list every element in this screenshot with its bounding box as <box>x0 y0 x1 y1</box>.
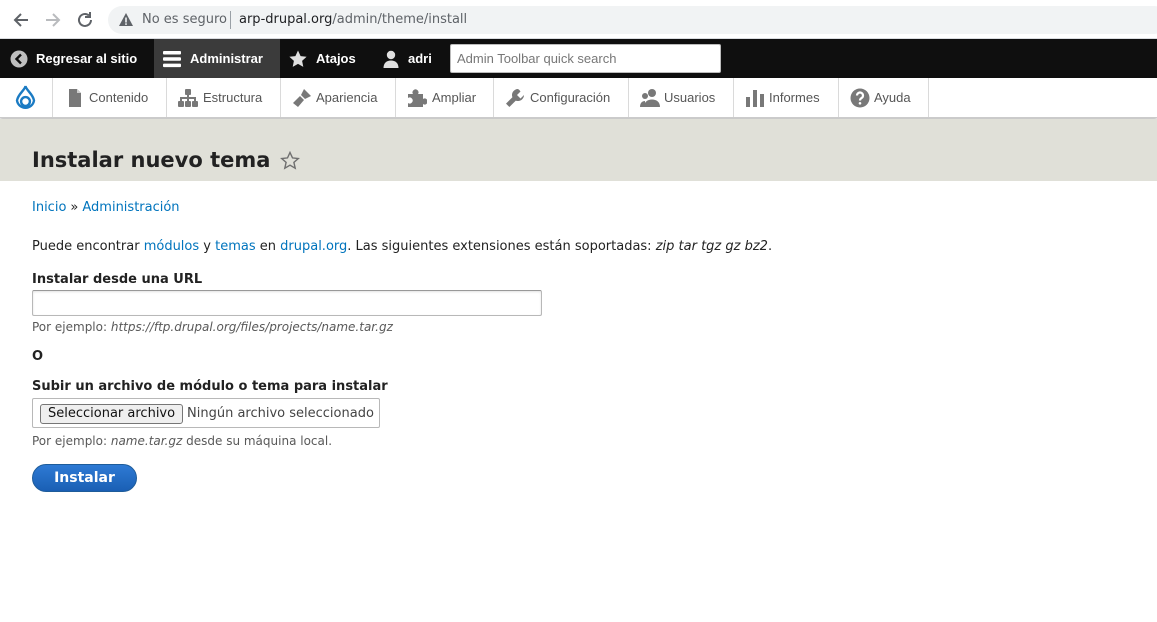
admin-tray: Contenido Estructura Apariencia Ampliar … <box>0 78 1157 118</box>
tray-item-extend[interactable]: Ampliar <box>396 78 494 117</box>
add-shortcut-star-icon[interactable] <box>280 151 300 171</box>
tray-item-appearance[interactable]: Apariencia <box>281 78 396 117</box>
security-status: No es seguro <box>142 12 227 27</box>
tray-label-structure: Estructura <box>203 90 263 105</box>
breadcrumb: Inicio » Administración <box>32 200 180 215</box>
intro-prefix: Puede encontrar <box>32 239 144 254</box>
user-icon <box>383 50 399 68</box>
install-button[interactable]: Instalar <box>32 464 137 492</box>
tray-item-people[interactable]: Usuarios <box>629 78 734 117</box>
breadcrumb-separator: » <box>70 200 79 215</box>
user-tab[interactable]: adri <box>372 39 448 78</box>
hamburger-icon <box>163 51 181 68</box>
puzzle-icon <box>408 89 427 107</box>
tray-item-structure[interactable]: Estructura <box>167 78 281 117</box>
themes-link[interactable]: temas <box>215 239 256 254</box>
tray-item-configuration[interactable]: Configuración <box>494 78 629 117</box>
tray-label-extend: Ampliar <box>432 90 477 105</box>
user-label: adri <box>408 51 432 66</box>
url-text: arp-drupal.org/admin/theme/install <box>239 12 467 27</box>
bar-chart-icon <box>746 90 764 107</box>
people-icon <box>640 89 660 107</box>
file-icon <box>69 89 81 107</box>
manage-label: Administrar <box>190 51 263 66</box>
tray-label-configuration: Configuración <box>530 90 611 105</box>
url-desc-example: https://ftp.drupal.org/files/projects/na… <box>110 320 393 334</box>
intro-end: . <box>767 239 773 254</box>
forward-arrow-icon[interactable] <box>42 9 64 31</box>
drupal-drop-icon <box>15 85 36 109</box>
page-title: Instalar nuevo tema <box>32 148 271 172</box>
upload-desc-example: name.tar.gz <box>110 434 183 448</box>
back-arrow-icon[interactable] <box>10 9 32 31</box>
tray-label-content: Contenido <box>89 90 149 105</box>
intro-text: Puede encontrar módulos y temas en drupa… <box>32 239 772 254</box>
tray-item-help[interactable]: Ayuda <box>839 78 929 117</box>
wrench-icon <box>506 88 524 107</box>
shortcuts-label: Atajos <box>316 51 356 66</box>
help-icon <box>850 88 870 108</box>
url-desc-prefix: Por ejemplo: <box>32 320 111 334</box>
file-status-text: Ningún archivo seleccionado <box>187 406 374 421</box>
breadcrumb-admin-link[interactable]: Administración <box>82 200 179 215</box>
sitemap-icon <box>178 89 198 107</box>
url-host: arp-drupal.org <box>239 12 333 27</box>
intro-in: en <box>255 239 281 254</box>
supported-extensions: zip tar tgz gz bz2 <box>655 239 768 254</box>
url-path: /admin/theme/install <box>332 12 468 27</box>
paintbrush-icon <box>293 89 311 107</box>
admin-toolbar: Regresar al sitio Administrar Atajos adr… <box>0 39 1157 78</box>
file-upload-input[interactable]: Seleccionar archivo Ningún archivo selec… <box>32 398 380 428</box>
upload-field-description: Por ejemplo: name.tar.gz desde su máquin… <box>32 434 332 448</box>
browser-toolbar: No es seguro arp-drupal.org/admin/theme/… <box>0 0 1157 39</box>
url-field-label: Instalar desde una URL <box>32 272 203 287</box>
intro-suffix: . Las siguientes extensiones están sopor… <box>347 239 656 254</box>
tray-item-content[interactable]: Contenido <box>54 78 167 117</box>
upload-desc-prefix: Por ejemplo: <box>32 434 111 448</box>
address-divider <box>230 11 231 29</box>
install-url-input[interactable] <box>32 290 542 316</box>
upload-field-label: Subir un archivo de módulo o tema para i… <box>32 379 388 394</box>
shortcuts-tab[interactable]: Atajos <box>280 39 372 78</box>
back-circle-icon <box>10 50 28 68</box>
tray-item-reports[interactable]: Informes <box>734 78 839 117</box>
drupal-logo-link[interactable] <box>0 78 53 117</box>
back-to-site-label: Regresar al sitio <box>36 51 138 66</box>
intro-and: y <box>199 239 216 254</box>
warning-icon <box>119 13 133 26</box>
upload-desc-suffix: desde su máquina local. <box>182 434 333 448</box>
reload-icon[interactable] <box>74 9 96 31</box>
or-separator: O <box>32 349 44 364</box>
breadcrumb-home-link[interactable]: Inicio <box>32 200 66 215</box>
modules-link[interactable]: módulos <box>144 239 199 254</box>
url-field-description: Por ejemplo: https://ftp.drupal.org/file… <box>32 320 393 334</box>
tray-label-people: Usuarios <box>664 90 716 105</box>
tray-label-appearance: Apariencia <box>316 90 378 105</box>
back-to-site-link[interactable]: Regresar al sitio <box>0 39 153 78</box>
star-icon <box>289 50 307 67</box>
choose-file-button[interactable]: Seleccionar archivo <box>40 404 184 424</box>
tray-label-help: Ayuda <box>874 90 911 105</box>
manage-tab[interactable]: Administrar <box>154 39 280 78</box>
toolbar-search-input[interactable] <box>450 44 721 73</box>
address-bar[interactable]: No es seguro arp-drupal.org/admin/theme/… <box>108 6 1157 34</box>
drupal-org-link[interactable]: drupal.org <box>280 239 347 254</box>
tray-label-reports: Informes <box>769 90 820 105</box>
